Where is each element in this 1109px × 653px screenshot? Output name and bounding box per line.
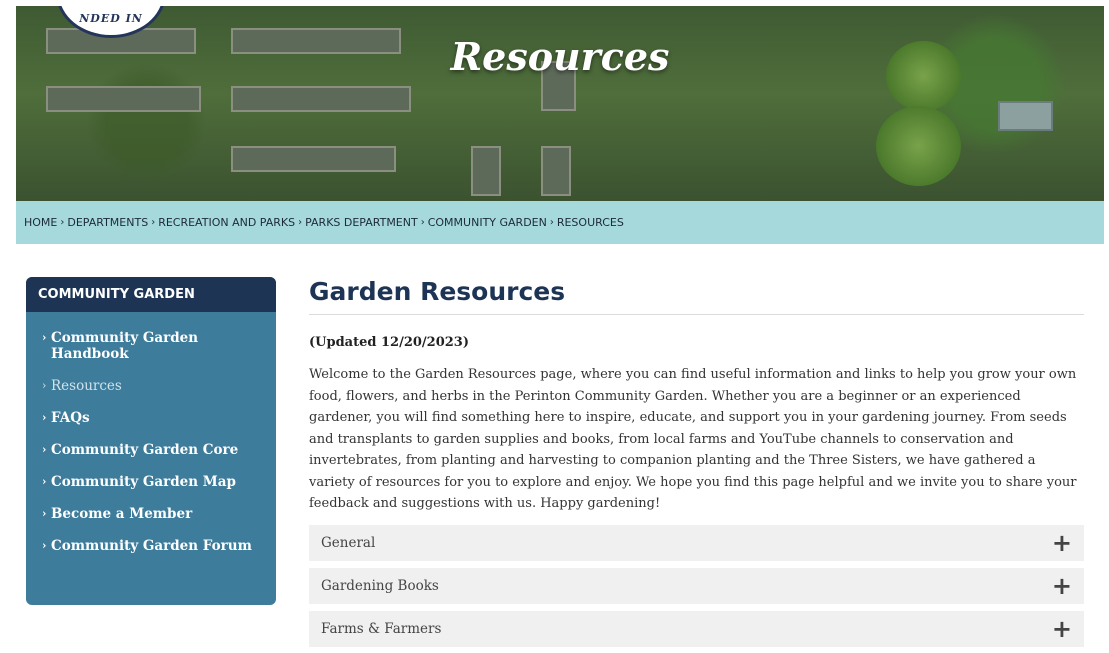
intro-paragraph: Welcome to the Garden Resources page, wh…: [309, 367, 1077, 511]
breadcrumb-current: RESOURCES: [556, 216, 624, 229]
chevron-right-icon: ›: [42, 379, 47, 392]
sidebar-item-community-garden-core[interactable]: › Community Garden Core: [42, 442, 276, 458]
sidebar-item-label: Become a Member: [51, 506, 193, 522]
garden-bed-image: [231, 86, 411, 112]
sidebar-item-community-garden-forum[interactable]: › Community Garden Forum: [42, 538, 276, 554]
chevron-right-icon: ›: [42, 331, 47, 344]
main-content: Garden Resources (Updated 12/20/2023) We…: [309, 277, 1084, 653]
chevron-right-icon: ›: [42, 539, 47, 552]
sidebar-item-label: Resources: [51, 378, 122, 394]
chevron-right-icon: ›: [42, 443, 47, 456]
chevron-right-icon: ›: [549, 217, 554, 228]
chevron-right-icon: ›: [298, 217, 303, 228]
garden-bed-image: [541, 146, 571, 196]
breadcrumb-community-garden[interactable]: COMMUNITY GARDEN: [428, 216, 547, 229]
breadcrumb-departments[interactable]: DEPARTMENTS: [67, 216, 148, 229]
chevron-right-icon: ›: [420, 217, 425, 228]
sidebar-item-label: Community Garden Handbook: [51, 330, 199, 362]
chevron-right-icon: ›: [42, 411, 47, 424]
sidebar-item-community-garden-handbook[interactable]: › Community Garden Handbook: [42, 330, 276, 362]
sidebar-item-faqs[interactable]: › FAQs: [42, 410, 276, 426]
plus-icon[interactable]: +: [1052, 531, 1072, 555]
garden-bed-image: [46, 86, 201, 112]
hero-banner: NDED IN Resources: [16, 6, 1104, 201]
sidebar-item-resources[interactable]: › Resources: [42, 378, 276, 394]
sidebar-item-label: Community Garden Forum: [51, 538, 252, 554]
chevron-right-icon: ›: [42, 507, 47, 520]
sidebar-nav: COMMUNITY GARDEN › Community Garden Hand…: [26, 277, 276, 605]
chevron-right-icon: ›: [60, 217, 65, 228]
sidebar-item-label: Community Garden Map: [51, 474, 236, 490]
page-title: Garden Resources: [309, 277, 1084, 315]
breadcrumb-parks-department[interactable]: PARKS DEPARTMENT: [305, 216, 418, 229]
updated-date: (Updated 12/20/2023): [309, 335, 469, 350]
picnic-table-image: [998, 101, 1053, 131]
seal-text: NDED IN: [79, 12, 143, 25]
sidebar-item-label: Community Garden Core: [51, 442, 239, 458]
garden-bed-image: [471, 146, 501, 196]
sidebar-item-become-a-member[interactable]: › Become a Member: [42, 506, 276, 522]
accordion-item-general[interactable]: General +: [309, 524, 1084, 561]
breadcrumb-recreation-and-parks[interactable]: RECREATION AND PARKS: [158, 216, 295, 229]
chevron-right-icon: ›: [42, 475, 47, 488]
breadcrumb: HOME › DEPARTMENTS › RECREATION AND PARK…: [16, 201, 1104, 244]
page-banner-title: Resources: [450, 34, 670, 79]
plus-icon[interactable]: +: [1052, 574, 1072, 598]
accordion-item-farms-and-farmers[interactable]: Farms & Farmers +: [309, 610, 1084, 647]
sidebar-heading[interactable]: COMMUNITY GARDEN: [26, 277, 276, 312]
accordion-label: Farms & Farmers: [321, 620, 442, 637]
chevron-right-icon: ›: [151, 217, 156, 228]
accordion-label: General: [321, 534, 376, 551]
sidebar-item-label: FAQs: [51, 410, 90, 426]
resource-accordion: General + Gardening Books + Farms & Farm…: [309, 524, 1084, 647]
sidebar-item-community-garden-map[interactable]: › Community Garden Map: [42, 474, 276, 490]
accordion-item-gardening-books[interactable]: Gardening Books +: [309, 567, 1084, 604]
breadcrumb-home[interactable]: HOME: [24, 216, 57, 229]
garden-bed-image: [231, 146, 396, 172]
accordion-label: Gardening Books: [321, 577, 439, 594]
shrub-image: [876, 106, 961, 186]
plus-icon[interactable]: +: [1052, 617, 1072, 641]
